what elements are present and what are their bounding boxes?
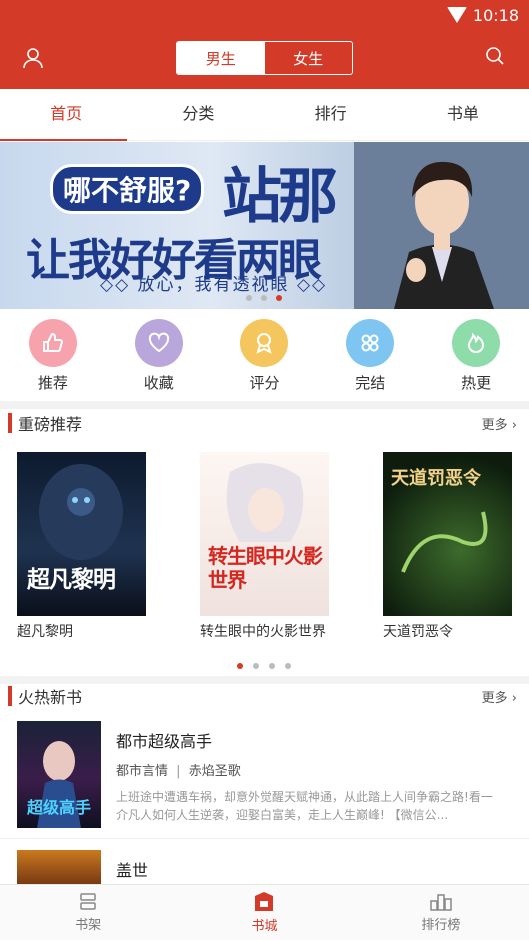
gender-toggle: 男生 女生 [176, 41, 353, 75]
tab-home[interactable]: 首页 [0, 89, 132, 140]
book-description: 上班途中遭遇车祸，却意外觉醒天赋神通，从此踏上人间争霸之路!看一介凡人如何人生逆… [116, 790, 493, 822]
book-cover: 转生眼中火影世界 [200, 452, 329, 616]
section-accent-bar [8, 686, 12, 706]
category-recommend[interactable]: 推荐 [0, 319, 106, 393]
category-label: 完结 [355, 374, 386, 392]
book-card[interactable]: 天道罚恶令 天道罚恶令 [383, 452, 513, 641]
user-icon[interactable] [22, 47, 44, 69]
book-cover: 超凡黎明 [17, 452, 146, 616]
tab-booklist[interactable]: 书单 [397, 89, 529, 140]
book-card[interactable]: 超凡黎明 超凡黎明 [17, 452, 147, 641]
book-title: 超凡黎明 [17, 624, 73, 640]
book-title: 盖世 [116, 861, 149, 880]
category-label: 评分 [249, 374, 280, 392]
book-genre: 都市言情 [116, 764, 169, 779]
ranking-icon [430, 893, 452, 911]
nav-bookshelf[interactable]: 书架 [0, 885, 176, 940]
featured-section-header: 重磅推荐 更多 › [0, 408, 529, 438]
thumbs-up-icon [28, 319, 77, 367]
book-author: 赤焰圣歌 [188, 764, 241, 779]
book-card[interactable]: 转生眼中火影世界 转生眼中的火影世界 [200, 452, 330, 641]
award-icon [240, 319, 289, 367]
book-cover: 超级高手 [17, 721, 101, 828]
promo-banner[interactable]: 哪不舒服? 站那 让我好好看两眼 ◇◇ 放心，我有透视眼 ◇◇ [0, 142, 529, 309]
category-label: 推荐 [37, 374, 68, 392]
tab-category[interactable]: 分类 [132, 89, 264, 140]
bottom-nav: 书架 书城 排行榜 [0, 884, 529, 940]
banner-dots [246, 295, 282, 301]
bookshelf-icon [80, 892, 96, 910]
nav-label: 书架 [75, 917, 102, 933]
nav-label: 书城 [251, 918, 278, 934]
banner-character-image [354, 142, 529, 309]
book-title: 转生眼中的火影世界 [200, 624, 326, 640]
nav-bookstore[interactable]: 书城 [176, 885, 352, 940]
svg-text:超级高手: 超级高手 [26, 798, 91, 817]
chevron-right-icon: › [511, 690, 517, 706]
category-hot-updates[interactable]: 热更 [423, 319, 529, 393]
status-time: 10:18 [472, 5, 519, 25]
book-cover: 天道罚恶令 [383, 452, 512, 616]
heart-icon [134, 319, 183, 367]
category-rating[interactable]: 评分 [212, 319, 318, 393]
banner-line1: 哪不舒服? [50, 164, 205, 214]
book-cover-title: 转生眼中火影世界 [208, 544, 323, 592]
divider [0, 838, 529, 839]
category-label: 热更 [461, 374, 492, 392]
flame-icon [452, 319, 501, 367]
book-title: 都市超级高手 [116, 732, 213, 751]
featured-title: 重磅推荐 [18, 415, 83, 434]
tab-ranking[interactable]: 排行 [265, 89, 397, 140]
list-item[interactable]: 超级高手 都市超级高手 都市言情 | 赤焰圣歌 上班途中遭遇车祸，却意外觉醒天赋… [0, 718, 529, 836]
chevron-right-icon: › [511, 417, 517, 433]
list-item[interactable]: 盖世 [0, 848, 529, 890]
clover-icon [346, 319, 395, 367]
hot-new-more-link[interactable]: 更多 › [482, 687, 517, 706]
app-header: 10:18 男生 女生 [0, 0, 529, 89]
search-icon[interactable] [485, 46, 505, 66]
hot-new-section-header: 火热新书 更多 › [0, 681, 529, 711]
category-completed[interactable]: 完结 [317, 319, 423, 393]
featured-more-link[interactable]: 更多 › [482, 414, 517, 433]
banner-big-text: 站那 [222, 162, 338, 232]
category-label: 收藏 [143, 374, 174, 392]
status-bar: 10:18 [0, 0, 529, 30]
tab-indicator [0, 139, 127, 141]
hot-new-title: 火热新书 [18, 688, 83, 707]
nav-label: 排行榜 [421, 917, 461, 933]
wifi-icon [446, 7, 467, 23]
book-cover-title: 天道罚恶令 [391, 468, 481, 489]
banner-line3: ◇◇ 放心，我有透视眼 ◇◇ [100, 275, 328, 295]
featured-carousel-dots [237, 663, 291, 669]
book-cover-title: 超凡黎明 [27, 567, 116, 593]
nav-ranking[interactable]: 排行榜 [353, 885, 529, 940]
book-title: 天道罚恶令 [383, 624, 453, 640]
featured-books: 超凡黎明 超凡黎明 转生眼中火影世界 转生眼中的火影世界 天道罚恶令 天道罚恶令 [0, 452, 529, 657]
category-favorites[interactable]: 收藏 [106, 319, 212, 393]
section-accent-bar [8, 413, 12, 433]
book-meta: 都市言情 | 赤焰圣歌 [116, 764, 241, 779]
tab-male[interactable]: 男生 [177, 42, 265, 74]
store-icon [255, 891, 274, 911]
category-shortcuts: 推荐 收藏 评分 完结 热更 [0, 319, 529, 393]
main-tabs: 首页 分类 排行 书单 [0, 89, 529, 141]
tab-female[interactable]: 女生 [265, 42, 353, 74]
